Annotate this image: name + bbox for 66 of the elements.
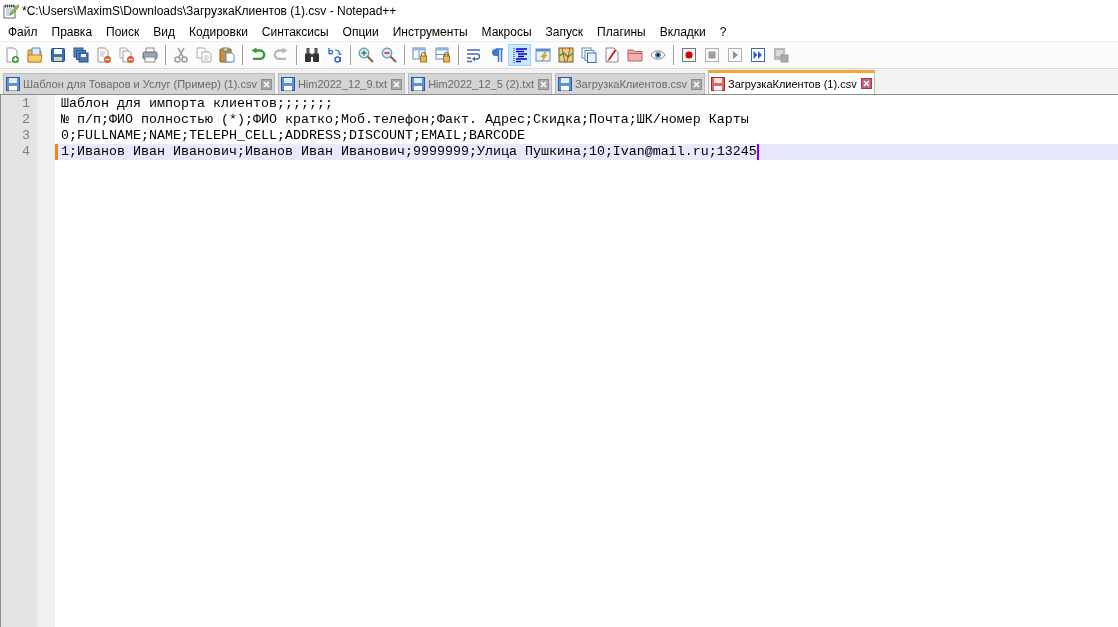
menu-item[interactable]: Инструменты (385, 23, 475, 40)
window-title: *C:\Users\MaximS\Downloads\ЗагрузкаКлиентов (1).csv - Notepad++ (22, 4, 397, 18)
line-number: 2 (21, 112, 31, 128)
pen-page-icon (603, 47, 620, 63)
line-number: 3 (21, 128, 31, 144)
line-number: 4 (21, 144, 31, 160)
menu-item[interactable]: Синтаксисы (254, 23, 336, 40)
close-icon[interactable] (537, 78, 549, 90)
menu-item[interactable]: Опции (335, 23, 386, 40)
tab[interactable]: Шаблон для Товаров и Услуг (Пример) (1).csv (3, 73, 275, 94)
folder-icon (626, 47, 643, 63)
window-stack-icon (580, 47, 597, 63)
close-icon[interactable] (860, 78, 872, 89)
save-all-icon (72, 47, 89, 63)
zoom-out-icon (380, 47, 397, 63)
copy-icon (195, 47, 212, 63)
tab[interactable]: Him2022_12_9.txt (277, 73, 406, 94)
zoom-in-icon (357, 47, 374, 63)
code-line: 1;Иванов Иван Иванович;Иванов Иван Иванович;9999999;Улица Пушкина;10;Ivan@mail.ru;13245 (61, 144, 757, 160)
undo-icon (249, 47, 266, 63)
eye-icon (649, 47, 666, 63)
menu-item[interactable]: Вкладки (652, 23, 713, 40)
record-icon (680, 47, 697, 63)
menu-item[interactable]: Макросы (474, 23, 539, 40)
window-lock-icon (434, 47, 451, 63)
paste-icon (218, 47, 235, 63)
map-icon (557, 47, 574, 63)
binoculars-icon (303, 47, 320, 63)
window-list-icon (772, 47, 789, 63)
window-lock-icon (411, 47, 428, 63)
text-cursor (756, 144, 759, 160)
tab[interactable]: ЗагрузкаКлиентов (1).csv (708, 70, 875, 94)
menu-item[interactable]: Вид (146, 23, 183, 40)
menu-item[interactable]: Запуск (538, 23, 591, 40)
fast-forward-icon (749, 47, 766, 63)
stop-icon (703, 47, 720, 63)
menu-item[interactable]: Поиск (99, 23, 147, 40)
close-icon[interactable] (391, 78, 403, 90)
close-file-icon (95, 47, 112, 63)
code-line: 0;FULLNAME;NAME;TELEPH_CELL;ADDRESS;DISCOUNT;EMAIL;BARCODE (61, 128, 525, 144)
tab[interactable]: Him2022_12_5 (2).txt (408, 73, 552, 94)
menu-item[interactable]: Правка (44, 23, 100, 40)
replace-icon (326, 47, 343, 63)
scissors-icon (172, 47, 189, 63)
open-folder-icon (26, 47, 43, 63)
redo-icon (272, 47, 289, 63)
new-file-icon (3, 47, 20, 63)
save-icon (49, 47, 66, 63)
word-wrap-icon (465, 47, 482, 63)
tab[interactable]: ЗагрузкаКлиентов.csv (554, 73, 706, 94)
menu-item[interactable]: Файл (1, 23, 45, 40)
indent-guide-button[interactable] (508, 44, 531, 66)
close-icon[interactable] (691, 78, 703, 90)
play-icon (726, 47, 743, 63)
line-number: 1 (21, 96, 31, 112)
code-line: № п/п;ФИО полностью (*);ФИО кратко;Моб.телефон;Факт. Адрес;Скидка;Почта;ШК/номер Карты (61, 112, 749, 128)
code-line: Шаблон для импорта клиентов;;;;;;; (61, 96, 333, 112)
indent-guide-icon (511, 47, 528, 63)
menu-item[interactable]: ? (712, 23, 734, 40)
printer-icon (141, 47, 158, 63)
menu-item[interactable]: Плагины (590, 23, 653, 40)
lightning-window-icon (534, 47, 551, 63)
menu-item[interactable]: Кодировки (182, 23, 255, 40)
close-icon[interactable] (260, 78, 272, 90)
close-all-icon (118, 47, 135, 63)
notepad-icon (3, 3, 19, 19)
